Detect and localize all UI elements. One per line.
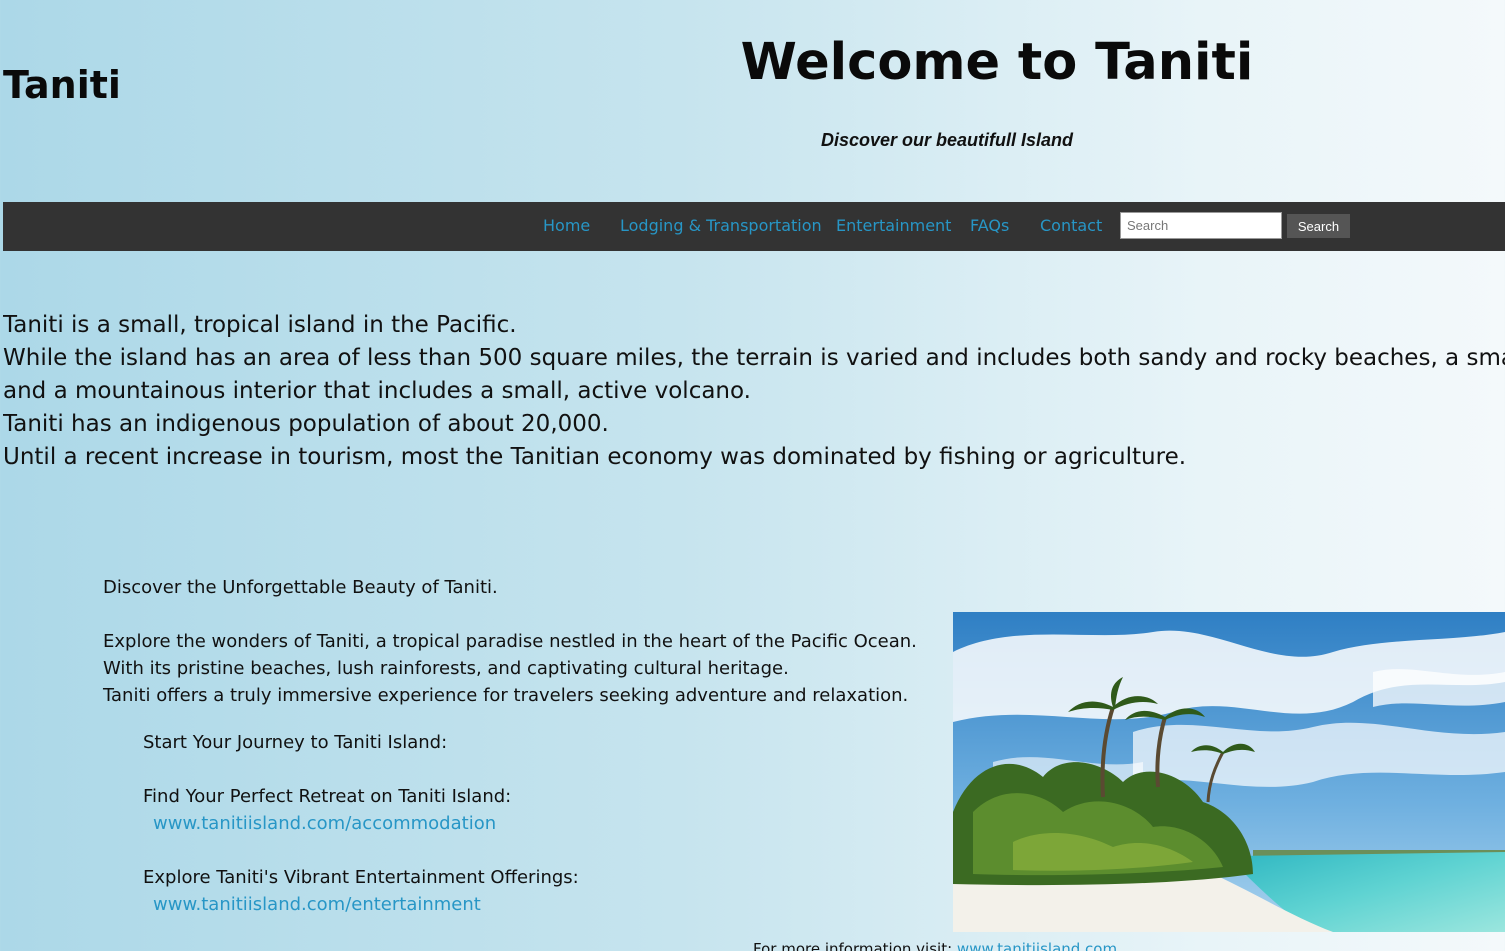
journey-section: Start Your Journey to Taniti Island: Fin… [143,729,943,918]
retreat-label: Find Your Perfect Retreat on Taniti Isla… [143,786,512,807]
discover-heading: Discover the Unforgettable Beauty of Tan… [103,577,498,598]
nav-contact[interactable]: Contact [1040,216,1102,235]
nav-lodging-transportation[interactable]: Lodging & Transportation [620,216,822,235]
page-title: Welcome to Taniti [740,33,1254,92]
main-navbar: Home Lodging & Transportation Entertainm… [3,202,1505,251]
page-subtitle: Discover our beautifull Island [820,130,1074,150]
footer-note: For more information visit: www.tanitiis… [753,940,1117,951]
discover-line: Taniti offers a truly immersive experien… [103,685,909,706]
intro-line: While the island has an area of less tha… [3,345,1505,371]
intro-line: and a mountainous interior that includes… [3,378,751,404]
search-button[interactable]: Search [1287,214,1350,238]
beach-photo [953,612,1505,932]
accommodation-link[interactable]: www.tanitiisland.com/accommodation [153,810,943,837]
footer-text: For more information visit: [753,940,953,951]
intro-section: Taniti is a small, tropical island in th… [3,309,1505,474]
entertainment-link[interactable]: www.tanitiisland.com/entertainment [153,891,943,918]
journey-heading: Start Your Journey to Taniti Island: [143,732,448,753]
search-input[interactable] [1120,212,1282,239]
nav-home[interactable]: Home [543,216,590,235]
site-brand: Taniti [3,63,121,107]
discover-line: Explore the wonders of Taniti, a tropica… [103,631,917,652]
nav-faqs[interactable]: FAQs [970,216,1009,235]
intro-line: Until a recent increase in tourism, most… [3,444,1187,470]
intro-line: Taniti is a small, tropical island in th… [3,312,517,338]
nav-entertainment[interactable]: Entertainment [836,216,951,235]
discover-line: With its pristine beaches, lush rainfore… [103,658,789,679]
footer-link[interactable]: www.tanitiisland.com [957,940,1117,951]
intro-line: Taniti has an indigenous population of a… [3,411,609,437]
entertainment-label: Explore Taniti's Vibrant Entertainment O… [143,867,579,888]
discover-section: Discover the Unforgettable Beauty of Tan… [103,574,943,709]
